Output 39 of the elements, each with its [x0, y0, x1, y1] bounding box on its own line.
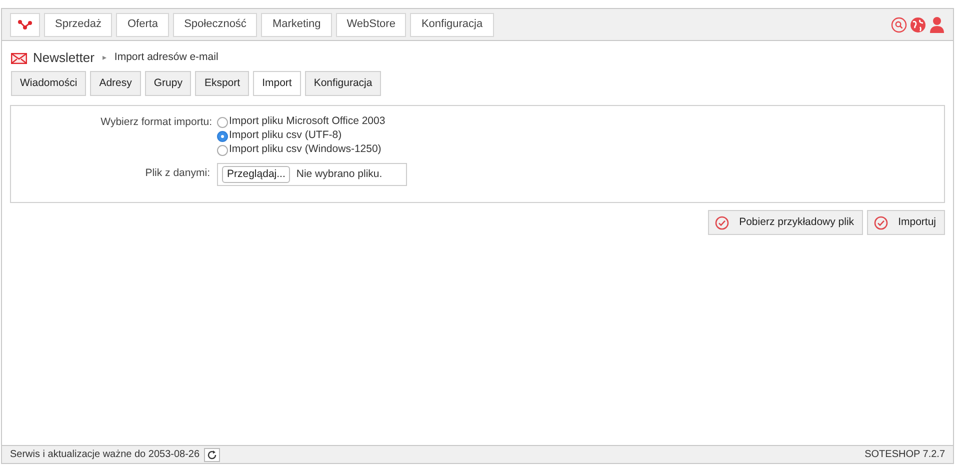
search-icon[interactable] [891, 16, 907, 32]
radio-button[interactable] [217, 116, 228, 128]
check-circle-icon [715, 216, 730, 230]
field-label: Plik z danymi: [144, 166, 211, 181]
menu-button[interactable]: WebStore [336, 12, 406, 36]
action-button[interactable]: Pobierz przykładowy plik [708, 210, 864, 235]
module-title: Newsletter [33, 49, 94, 68]
refresh-button[interactable] [204, 448, 220, 462]
envelope-icon [11, 52, 27, 64]
page-title: Import adresów e-mail [114, 50, 218, 66]
tab[interactable]: Import [253, 71, 301, 96]
menu-button[interactable]: Społeczność [173, 12, 258, 36]
radio-button[interactable] [217, 144, 228, 156]
logo-button[interactable] [10, 12, 40, 36]
browse-button[interactable]: Przeglądaj... [222, 166, 290, 183]
menu-button[interactable]: Oferta [116, 12, 170, 36]
file-status: Nie wybrano pliku. [296, 166, 382, 182]
tab[interactable]: Grupy [144, 71, 192, 96]
tab[interactable]: Adresy [90, 71, 141, 96]
refresh-icon [206, 450, 217, 460]
radio-label: Import pliku Microsoft Office 2003 [229, 114, 386, 130]
field-label: Wybierz format importu: [100, 115, 213, 130]
menu-button[interactable]: Marketing [261, 12, 332, 36]
check-circle-icon [874, 216, 888, 230]
user-icon[interactable] [929, 16, 945, 33]
menu-button[interactable]: Konfiguracja [410, 12, 494, 36]
tab[interactable]: Konfiguracja [304, 71, 382, 96]
menu-button[interactable]: Sprzedaż [44, 12, 112, 36]
license-text: Serwis i aktualizacje ważne do 2053-08-26 [10, 448, 200, 462]
radio-label: Import pliku csv (Windows-1250) [229, 142, 382, 158]
tab[interactable]: Eksport [195, 71, 250, 96]
version-text: SOTESHOP 7.2.7 [864, 448, 945, 462]
file-input[interactable]: Przeglądaj... Nie wybrano pliku. [217, 163, 407, 186]
radio-label: Import pliku csv (UTF-8) [229, 128, 342, 144]
radio-button[interactable] [217, 130, 228, 142]
action-button[interactable]: Importuj [867, 210, 945, 235]
tab[interactable]: Wiadomości [11, 71, 86, 96]
breadcrumb-separator: ▸ [102, 52, 106, 64]
logo-icon [18, 20, 32, 30]
